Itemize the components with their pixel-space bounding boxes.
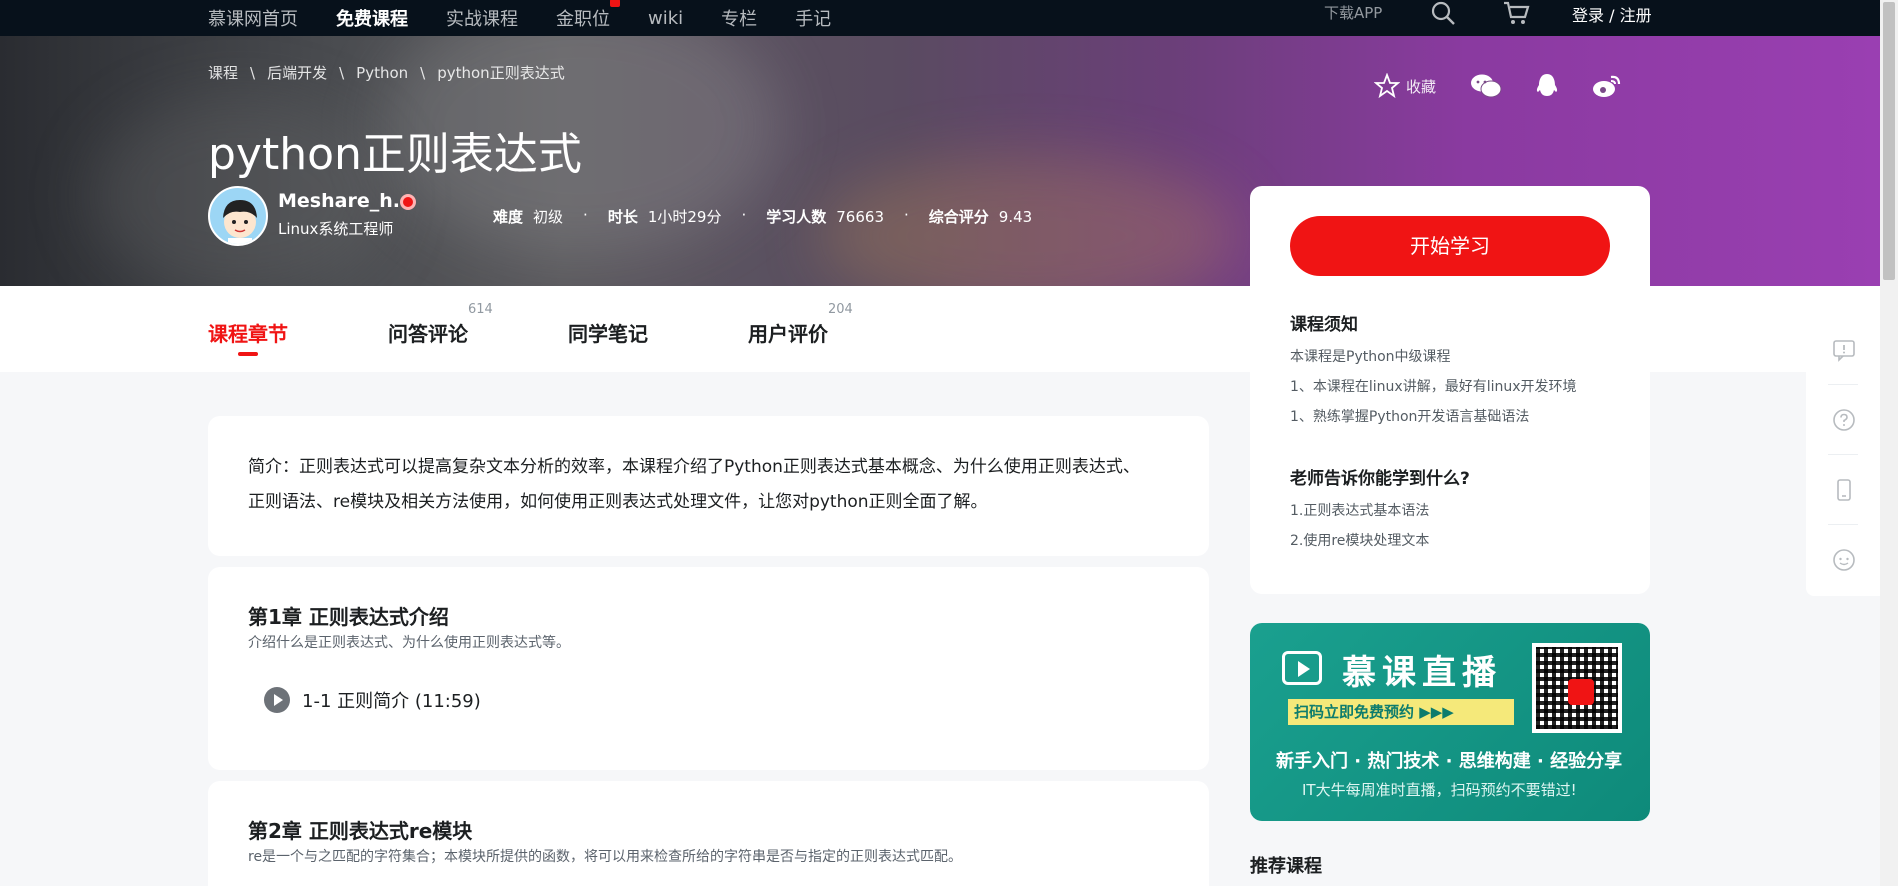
tab-label: 同学笔记 <box>568 322 648 346</box>
chapter-card: 第1章 正则表达式介绍 介绍什么是正则表达式、为什么使用正则表达式等。 1-1 … <box>208 567 1209 770</box>
author-name[interactable]: Meshare_h... <box>278 190 414 212</box>
banner-line: IT大牛每周准时直播，扫码预约不要错过! <box>1302 781 1577 799</box>
meta-duration: 时长 1小时29分 <box>608 206 722 227</box>
verified-badge-icon <box>400 194 416 210</box>
chapter-desc: 介绍什么是正则表达式、为什么使用正则表达式等。 <box>248 635 570 651</box>
star-icon[interactable] <box>1374 73 1400 99</box>
meta-learners: 学习人数 76663 <box>766 206 884 227</box>
meta-difficulty: 难度 初级 <box>493 206 563 227</box>
meta-rating: 综合评分 9.43 <box>929 206 1032 227</box>
course-intro: 简介：正则表达式可以提高复杂文本分析的效率，本课程介绍了Python正则表达式基… <box>208 416 1209 556</box>
top-nav: 慕课网首页 免费课程 实战课程 金职位 wiki 专栏 手记 下载APP 登录 … <box>0 0 1880 36</box>
breadcrumb-item[interactable]: 后端开发 <box>267 64 327 82</box>
live-banner[interactable]: 慕课直播 扫码立即免费预约 ▶▶▶ 新手入门 · 热门技术 · 思维构建 · 经… <box>1250 623 1650 821</box>
banner-title: 慕课直播 <box>1342 653 1502 693</box>
breadcrumb-item[interactable]: 课程 <box>208 64 238 82</box>
meta-value: 9.43 <box>998 208 1033 226</box>
breadcrumb-item[interactable]: Python <box>356 64 408 82</box>
qq-icon[interactable] <box>1534 72 1560 100</box>
course-title: python正则表达式 <box>208 129 582 180</box>
help-icon[interactable] <box>1832 408 1856 432</box>
lesson-title: 1-1 正则简介 (11:59) <box>302 691 481 712</box>
customer-service-icon[interactable] <box>1832 548 1856 572</box>
weibo-icon[interactable] <box>1592 73 1622 99</box>
notice-item: 1、本课程在linux讲解，最好有linux开发环境 <box>1290 379 1577 395</box>
breadcrumb-current: python正则表达式 <box>437 64 565 82</box>
tab-chapters[interactable]: 课程章节 <box>208 318 288 356</box>
tab-label: 课程章节 <box>208 322 288 346</box>
learn-item: 2.使用re模块处理文本 <box>1290 533 1430 549</box>
tab-label: 用户评价 <box>748 322 828 346</box>
banner-line: 新手入门 · 热门技术 · 思维构建 · 经验分享 <box>1276 751 1623 772</box>
tab-label: 问答评论 <box>388 322 468 346</box>
notice-item: 本课程是Python中级课程 <box>1290 349 1451 365</box>
course-meta: 难度 初级 · 时长 1小时29分 · 学习人数 76663 · 综合评分 9.43 <box>493 206 1033 227</box>
lesson-item[interactable]: 1-1 正则简介 (11:59) <box>264 687 481 713</box>
intro-line: 简介：正则表达式可以提高复杂文本分析的效率，本课程介绍了Python正则表达式基… <box>248 457 1140 477</box>
start-learning-button[interactable]: 开始学习 <box>1290 216 1610 276</box>
chapter-desc: re是一个与之匹配的字符集合；本模块所提供的函数，将可以用来检查所给的字符串是否… <box>248 849 963 865</box>
meta-value: 初级 <box>533 208 564 226</box>
meta-value: 76663 <box>836 208 884 226</box>
notice-item: 1、熟练掌握Python开发语言基础语法 <box>1290 409 1530 425</box>
tab-notes[interactable]: 同学笔记 <box>568 318 648 347</box>
author-title: Linux系统工程师 <box>278 220 394 238</box>
meta-label: 综合评分 <box>928 208 989 226</box>
meta-label: 时长 <box>607 208 638 226</box>
author-avatar[interactable] <box>208 186 268 246</box>
nav-right: 下载APP 登录 / 注册 <box>0 0 1880 36</box>
tab-reviews[interactable]: 用户评价 204 <box>748 302 853 347</box>
scrollbar-thumb[interactable] <box>1883 2 1895 280</box>
meta-label: 难度 <box>493 208 524 226</box>
breadcrumb: 课程 \ 后端开发 \ Python \ python正则表达式 <box>208 64 565 82</box>
feedback-icon[interactable] <box>1832 338 1856 362</box>
chapter-title: 第1章 正则表达式介绍 <box>248 605 449 629</box>
meta-value: 1小时29分 <box>647 208 722 226</box>
mobile-app-icon[interactable] <box>1832 478 1856 502</box>
course-sidebar: 开始学习 课程须知 本课程是Python中级课程 1、本课程在linux讲解，最… <box>1250 186 1650 594</box>
floating-toolbar <box>1806 316 1880 596</box>
chapter-title: 第2章 正则表达式re模块 <box>248 819 473 843</box>
tab-count: 614 <box>468 302 493 317</box>
download-app-link[interactable]: 下载APP <box>1324 2 1382 23</box>
wechat-icon[interactable] <box>1470 73 1502 99</box>
favorite-label[interactable]: 收藏 <box>1406 76 1436 97</box>
tab-count: 204 <box>828 302 853 317</box>
play-icon <box>264 687 290 713</box>
page-scrollbar[interactable] <box>1880 0 1898 886</box>
search-icon[interactable] <box>1430 0 1456 26</box>
notice-title: 课程须知 <box>1290 315 1358 335</box>
banner-strip: 扫码立即免费预约 ▶▶▶ <box>1288 699 1514 725</box>
learn-item: 1.正则表达式基本语法 <box>1290 503 1430 519</box>
meta-label: 学习人数 <box>766 208 827 226</box>
intro-line: 正则语法、re模块及相关方法使用，如何使用正则表达式处理文件，让您对python… <box>248 492 988 512</box>
learn-title: 老师告诉你能学到什么? <box>1290 469 1470 489</box>
login-register-link[interactable]: 登录 / 注册 <box>1572 2 1652 26</box>
tab-qa[interactable]: 问答评论 614 <box>388 302 493 347</box>
cart-icon[interactable] <box>1502 0 1530 26</box>
qr-code-icon <box>1532 643 1622 733</box>
tab-active-indicator <box>238 352 258 356</box>
chapter-card: 第2章 正则表达式re模块 re是一个与之匹配的字符集合；本模块所提供的函数，将… <box>208 781 1209 886</box>
recommend-title: 推荐课程 <box>1250 856 1322 877</box>
share-bar: 收藏 <box>1374 72 1654 100</box>
tv-play-icon <box>1282 651 1322 685</box>
